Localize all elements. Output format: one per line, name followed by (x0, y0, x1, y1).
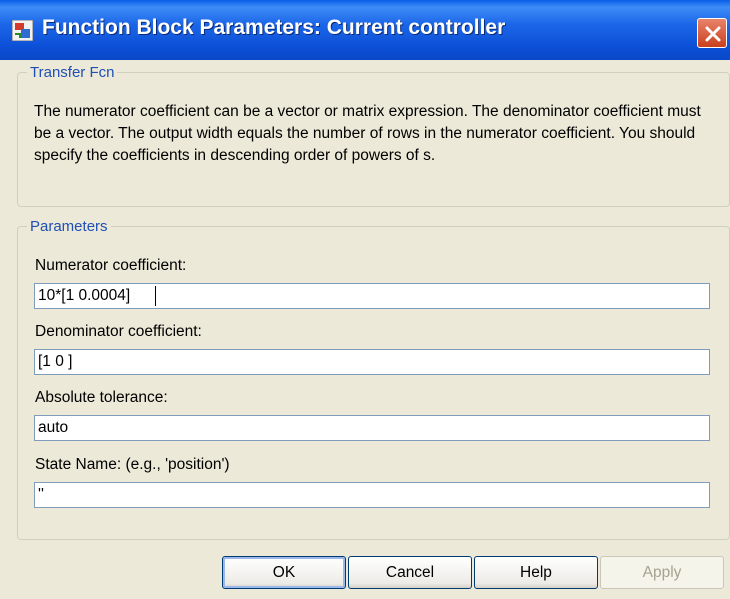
numerator-input[interactable] (34, 283, 710, 309)
cancel-button[interactable]: Cancel (348, 556, 472, 589)
block-description: The numerator coefficient can be a vecto… (34, 103, 701, 164)
parameters-group-label: Parameters (30, 218, 108, 235)
apply-button[interactable]: Apply (600, 556, 724, 589)
close-icon (705, 26, 721, 42)
help-button[interactable]: Help (474, 556, 598, 589)
simulink-block-icon (12, 20, 33, 41)
ok-button[interactable]: OK (222, 556, 346, 589)
denominator-input[interactable] (34, 349, 710, 375)
numerator-label: Numerator coefficient: (35, 257, 187, 274)
denominator-label: Denominator coefficient: (35, 323, 202, 340)
absolute-tolerance-input[interactable] (34, 415, 710, 441)
title-bar[interactable]: Function Block Parameters: Current contr… (0, 0, 730, 60)
state-name-input[interactable] (34, 482, 710, 508)
transfer-fcn-group-label: Transfer Fcn (30, 64, 115, 81)
window-title: Function Block Parameters: Current contr… (42, 16, 506, 39)
state-name-label: State Name: (e.g., 'position') (35, 456, 230, 473)
text-caret (155, 286, 156, 306)
close-button[interactable] (697, 18, 727, 48)
absolute-tolerance-label: Absolute tolerance: (35, 389, 168, 406)
dialog-window: Function Block Parameters: Current contr… (0, 0, 730, 599)
